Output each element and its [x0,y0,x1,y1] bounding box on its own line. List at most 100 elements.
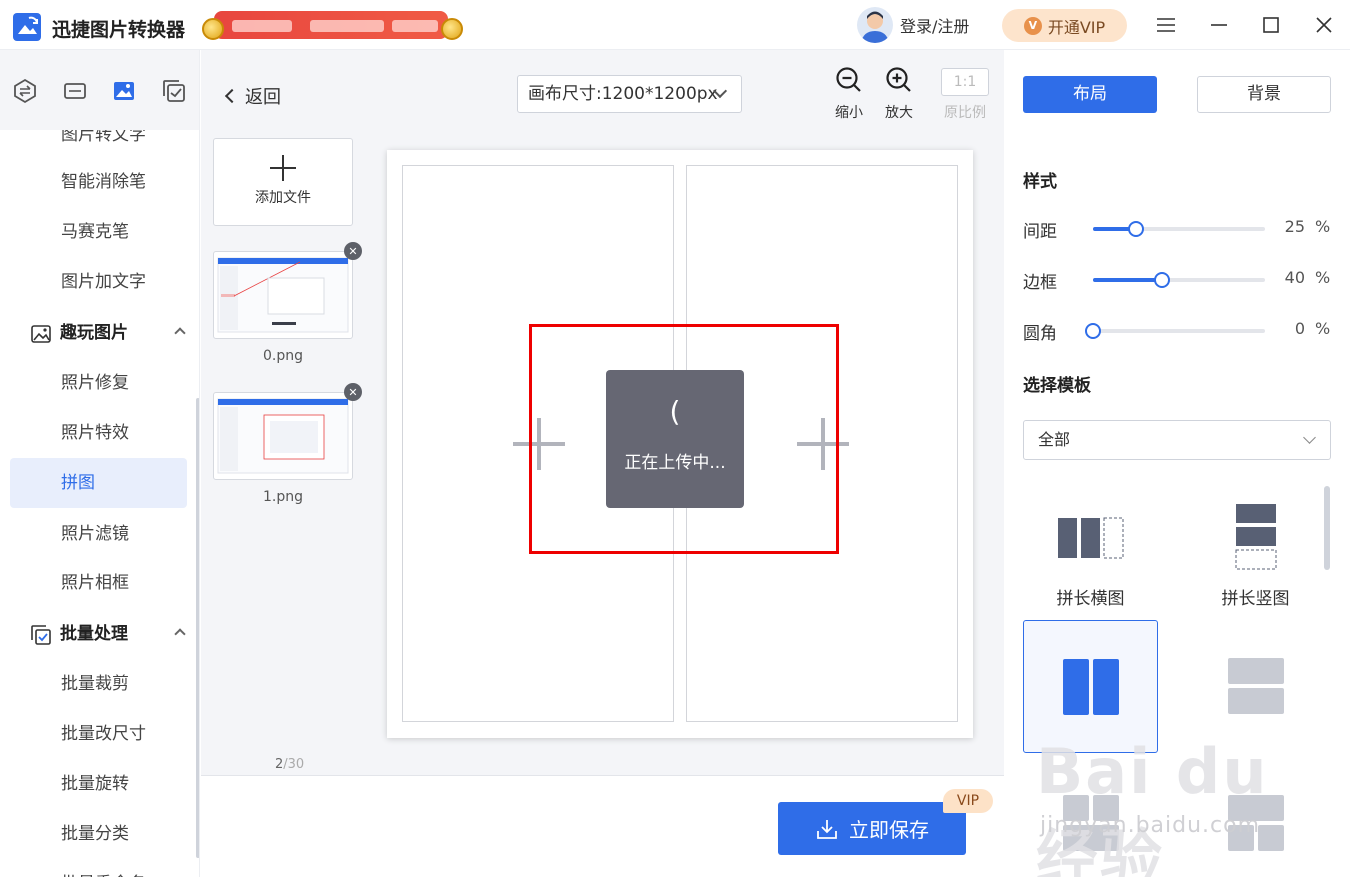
slider-knob[interactable] [1128,221,1144,237]
title-bar: 迅捷图片转换器 登录/注册 V 开通VIP [0,0,1350,50]
canvas-size-select[interactable]: 画布尺寸:1200*1200px [517,75,742,113]
template-partial[interactable] [1188,755,1323,877]
save-now-button[interactable]: 立即保存 [778,802,966,855]
sidebar-item-batch-crop[interactable]: 批量裁剪 [10,659,187,709]
sidebar-item-batch-resize[interactable]: 批量改尺寸 [10,709,187,759]
save-label: 立即保存 [849,818,929,842]
coin-icon [441,18,463,40]
template-partial[interactable] [1023,755,1158,877]
tool-shortcut-row [0,50,199,130]
sidebar-item-batch-rename[interactable]: 批量重命名 [10,859,187,877]
back-button[interactable]: 返回 [223,83,281,109]
slider-label: 间距 [1023,222,1057,242]
sidebar-group-fun-images[interactable]: 趣玩图片 [30,308,190,358]
file-counter: 2/30 [275,757,304,772]
sidebar-item-smart-eraser[interactable]: 智能消除笔 [10,157,187,207]
hamburger-icon [1157,18,1175,32]
highlight-annotation-box [529,324,839,554]
sidebar-item-collage[interactable]: 拼图 [10,458,187,508]
sidebar-item-photo-effects[interactable]: 照片特效 [10,408,187,458]
avatar[interactable] [857,7,893,43]
sidebar-item-photo-repair[interactable]: 照片修复 [10,358,187,408]
open-vip-button[interactable]: V 开通VIP [1002,9,1127,42]
maximize-button[interactable] [1256,10,1286,40]
sidebar-item-add-text[interactable]: 图片加文字 [10,257,187,307]
menu-button[interactable] [1151,10,1181,40]
close-button[interactable] [1309,10,1339,40]
blurred-text [232,20,292,32]
promo-banner[interactable] [200,8,465,42]
zoom-in-button[interactable]: 放大 [874,66,924,122]
slider-track[interactable] [1093,221,1265,237]
group-label: 趣玩图片 [60,323,128,343]
file-thumbnail[interactable]: ✕ [213,383,362,480]
back-label: 返回 [245,87,281,108]
chevron-left-icon [224,88,240,104]
coin-icon [202,18,224,40]
original-ratio-button[interactable]: 1:1 原比例 [940,65,990,122]
login-register-link[interactable]: 登录/注册 [900,13,969,37]
open-vip-label: 开通VIP [1047,17,1106,37]
sidebar-item-batch-classify[interactable]: 批量分类 [10,809,187,859]
corner-radius-slider[interactable]: 圆角 0 % [1023,319,1330,344]
file-name: 1.png [262,489,303,505]
grid-layout-icon [1062,795,1119,851]
close-icon [1316,17,1332,33]
tab-background[interactable]: 背景 [1197,76,1331,113]
slider-track[interactable] [1085,323,1265,339]
collage-editor: 返回 画布尺寸:1200*1200px 缩小 放大 1:1 原比例 添加文件 ✕… [201,50,1004,877]
vertical-strip-icon [1235,504,1276,570]
border-slider[interactable]: 边框 40 % [1023,268,1330,293]
vip-gem-icon: V [1023,16,1042,35]
slider-label: 边框 [1023,273,1057,293]
template-two-columns[interactable] [1023,620,1158,753]
sidebar-item-mosaic[interactable]: 马赛克笔 [10,207,187,257]
download-icon [817,819,837,839]
batch-check-icon[interactable] [161,78,187,104]
template-two-rows[interactable] [1188,620,1323,753]
add-file-button[interactable]: 添加文件 [213,138,353,226]
zoom-out-icon [836,67,861,92]
slider-knob[interactable] [1085,323,1101,339]
sidebar-item-photo-filters[interactable]: 照片滤镜 [10,509,187,559]
layout-panel: 布局 背景 样式 间距 25 % 边框 40 % 圆角 0 % 选择模板 全部 [1005,50,1350,877]
remove-file-close-icon[interactable]: ✕ [344,383,362,401]
promo-bar [214,11,448,39]
template-section-title: 选择模板 [1023,376,1091,396]
minimize-button[interactable] [1204,10,1234,40]
image-edit-icon[interactable] [111,78,137,104]
file-thumbnail[interactable]: ✕ [213,242,362,339]
original-ratio-label: 原比例 [944,105,986,121]
slider-value: 40 [1284,268,1305,287]
slider-track[interactable] [1093,272,1265,288]
sidebar-item-photo-frame[interactable]: 照片相框 [10,558,187,608]
slider-fill [1093,278,1162,282]
slider-label: 圆角 [1023,324,1057,344]
two-row-layout-icon [1227,658,1284,714]
zoom-out-button[interactable]: 缩小 [824,66,874,122]
zoom-out-label: 缩小 [835,105,863,121]
template-filter-value: 全部 [1038,430,1071,449]
sidebar-scrollbar[interactable] [196,398,199,858]
maximize-icon [1263,17,1279,33]
minimize-icon [1211,24,1227,26]
batch-icon [31,625,51,645]
remove-file-close-icon[interactable]: ✕ [344,242,362,260]
file-name: 0.png [262,348,303,364]
fun-image-icon [31,325,51,343]
sidebar-group-batch[interactable]: 批量处理 [30,609,190,659]
tab-layout[interactable]: 布局 [1023,76,1157,113]
template-filter-select[interactable]: 全部 [1023,420,1331,460]
sidebar-item-batch-rotate[interactable]: 批量旋转 [10,759,187,809]
template-long-horizontal[interactable]: 拼长横图 [1023,490,1158,623]
canvas-size-label: 画布尺寸:1200*1200px [528,84,718,104]
screenshot-thumbnail-image [217,398,349,474]
plus-icon [270,155,296,181]
user-avatar-icon [861,11,889,43]
template-long-vertical[interactable]: 拼长竖图 [1188,490,1323,623]
slider-knob[interactable] [1153,272,1170,288]
resize-icon[interactable] [62,78,88,104]
template-scrollbar[interactable] [1324,486,1330,570]
spacing-slider[interactable]: 间距 25 % [1023,217,1330,242]
convert-icon[interactable] [12,78,38,104]
